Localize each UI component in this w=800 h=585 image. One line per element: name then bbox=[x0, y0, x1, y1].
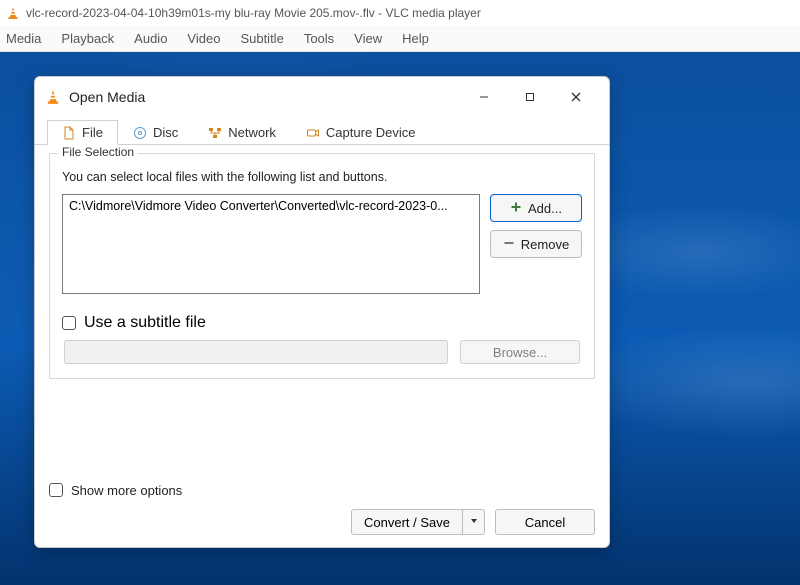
show-more-checkbox[interactable] bbox=[49, 483, 63, 497]
file-icon bbox=[62, 126, 76, 140]
plus-icon bbox=[510, 201, 522, 216]
button-label: Add... bbox=[528, 201, 562, 216]
vlc-cone-icon bbox=[45, 89, 61, 105]
tab-label: Network bbox=[228, 125, 276, 140]
tab-disc[interactable]: Disc bbox=[118, 120, 193, 145]
use-subtitle-label: Use a subtitle file bbox=[84, 314, 206, 332]
subtitle-row: Use a subtitle file bbox=[62, 314, 582, 332]
maximize-button[interactable] bbox=[507, 82, 553, 112]
app-title: vlc-record-2023-04-04-10h39m01s-my blu-r… bbox=[26, 6, 481, 20]
tabstrip: File Disc Network Capture Device bbox=[35, 117, 609, 145]
menu-audio[interactable]: Audio bbox=[134, 31, 167, 46]
show-more-label: Show more options bbox=[71, 483, 182, 498]
add-button[interactable]: Add... bbox=[490, 194, 582, 222]
button-label: Cancel bbox=[525, 515, 565, 530]
tab-network[interactable]: Network bbox=[193, 120, 291, 145]
minus-icon bbox=[503, 237, 515, 252]
convert-save-button[interactable]: Convert / Save bbox=[351, 509, 485, 535]
button-label: Browse... bbox=[493, 345, 547, 360]
file-selection-fieldset: File Selection You can select local file… bbox=[49, 153, 595, 379]
remove-button[interactable]: Remove bbox=[490, 230, 582, 258]
tab-label: Disc bbox=[153, 125, 178, 140]
menu-video[interactable]: Video bbox=[187, 31, 220, 46]
tab-label: Capture Device bbox=[326, 125, 416, 140]
tab-file[interactable]: File bbox=[47, 120, 118, 145]
dialog-title: Open Media bbox=[69, 89, 145, 105]
browse-subtitle-button: Browse... bbox=[460, 340, 580, 364]
subtitle-path-input bbox=[64, 340, 448, 364]
dialog-titlebar: Open Media bbox=[35, 77, 609, 117]
file-list[interactable]: C:\Vidmore\Vidmore Video Converter\Conve… bbox=[62, 194, 480, 294]
show-more-row: Show more options bbox=[49, 475, 595, 505]
file-list-item[interactable]: C:\Vidmore\Vidmore Video Converter\Conve… bbox=[69, 199, 448, 213]
button-label: Remove bbox=[521, 237, 569, 252]
cancel-button[interactable]: Cancel bbox=[495, 509, 595, 535]
menu-playback[interactable]: Playback bbox=[61, 31, 114, 46]
capture-device-icon bbox=[306, 126, 320, 140]
tab-label: File bbox=[82, 125, 103, 140]
vlc-cone-icon bbox=[6, 6, 20, 20]
video-background: Open Media File bbox=[0, 52, 800, 585]
menu-subtitle[interactable]: Subtitle bbox=[240, 31, 283, 46]
file-panel: File Selection You can select local file… bbox=[35, 145, 609, 379]
open-media-dialog: Open Media File bbox=[34, 76, 610, 548]
menubar: Media Playback Audio Video Subtitle Tool… bbox=[0, 26, 800, 52]
fieldset-legend: File Selection bbox=[58, 145, 138, 159]
menu-media[interactable]: Media bbox=[6, 31, 41, 46]
minimize-button[interactable] bbox=[461, 82, 507, 112]
menu-view[interactable]: View bbox=[354, 31, 382, 46]
button-label: Convert / Save bbox=[364, 515, 450, 530]
menu-help[interactable]: Help bbox=[402, 31, 429, 46]
convert-save-dropdown[interactable] bbox=[463, 509, 485, 535]
use-subtitle-checkbox[interactable] bbox=[62, 316, 76, 330]
tab-capture[interactable]: Capture Device bbox=[291, 120, 431, 145]
file-selection-hint: You can select local files with the foll… bbox=[62, 170, 582, 184]
menu-tools[interactable]: Tools bbox=[304, 31, 334, 46]
caret-down-icon bbox=[469, 513, 479, 531]
disc-icon bbox=[133, 126, 147, 140]
close-button[interactable] bbox=[553, 82, 599, 112]
network-icon bbox=[208, 126, 222, 140]
app-titlebar: vlc-record-2023-04-04-10h39m01s-my blu-r… bbox=[0, 0, 800, 26]
